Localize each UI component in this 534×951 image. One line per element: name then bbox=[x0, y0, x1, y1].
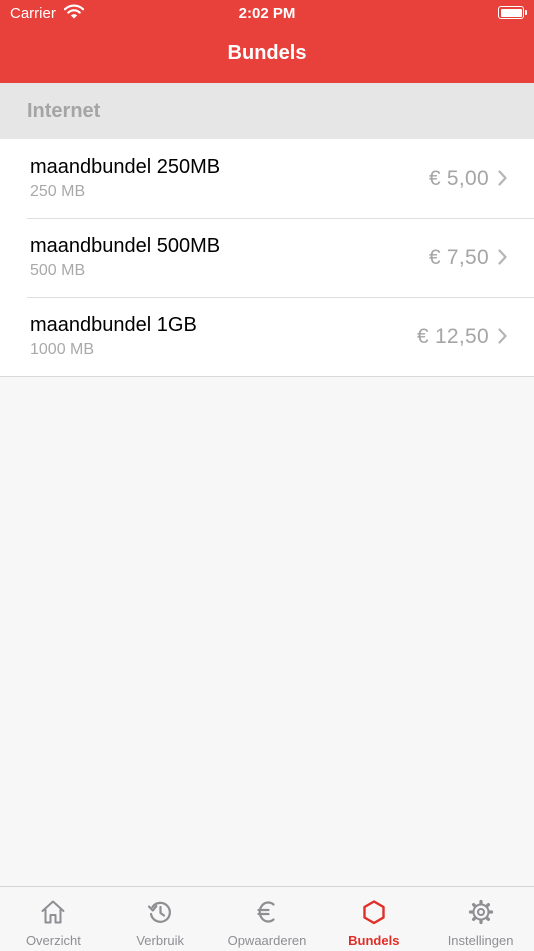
bundle-price: € 7,50 bbox=[428, 246, 489, 269]
tab-opwaarderen[interactable]: Opwaarderen bbox=[214, 887, 321, 951]
history-icon bbox=[148, 901, 172, 923]
bundle-list: maandbundel 250MB 250 MB € 5,00 maandbun… bbox=[0, 139, 534, 377]
tab-instellingen[interactable]: Instellingen bbox=[427, 887, 534, 951]
euro-icon bbox=[257, 901, 275, 923]
home-icon bbox=[41, 900, 65, 924]
tab-label: Bundels bbox=[348, 933, 400, 948]
bundle-price: € 12,50 bbox=[416, 325, 489, 348]
tab-bundels[interactable]: Bundels bbox=[320, 887, 427, 951]
bundle-name: maandbundel 1GB bbox=[30, 314, 197, 336]
bundle-row[interactable]: maandbundel 250MB 250 MB € 5,00 bbox=[0, 139, 534, 218]
bundle-name: maandbundel 250MB bbox=[30, 156, 221, 178]
status-time: 2:02 PM bbox=[238, 5, 296, 22]
tab-label: Overzicht bbox=[25, 933, 81, 948]
tab-verbruik[interactable]: Verbruik bbox=[107, 887, 214, 951]
bundle-size: 250 MB bbox=[30, 183, 86, 200]
bundle-price: € 5,00 bbox=[428, 167, 489, 190]
section-title: Internet bbox=[27, 100, 101, 122]
hexagon-icon bbox=[363, 900, 385, 925]
chevron-right-icon bbox=[498, 249, 507, 265]
tab-label: Verbruik bbox=[136, 933, 185, 948]
bundle-name: maandbundel 500MB bbox=[30, 235, 221, 257]
section-header-internet: Internet bbox=[0, 83, 534, 139]
page-title: Bundels bbox=[227, 42, 307, 64]
gear-icon bbox=[468, 899, 493, 925]
app-header: Carrier 2:02 PM Bundels bbox=[0, 0, 534, 83]
chevron-right-icon bbox=[498, 328, 507, 344]
tab-overzicht[interactable]: Overzicht bbox=[0, 887, 107, 951]
chevron-right-icon bbox=[498, 170, 507, 186]
status-bar: Carrier 2:02 PM bbox=[0, 0, 534, 28]
tab-bar: Overzicht Verbruik Opwaarderen Bundels I… bbox=[0, 886, 534, 951]
bundle-size: 1000 MB bbox=[30, 341, 95, 358]
bundle-row[interactable]: maandbundel 1GB 1000 MB € 12,50 bbox=[0, 297, 534, 376]
tab-label: Instellingen bbox=[447, 933, 514, 948]
battery-icon bbox=[498, 6, 527, 19]
tab-label: Opwaarderen bbox=[227, 933, 307, 948]
bundle-size: 500 MB bbox=[30, 262, 86, 279]
bundle-row[interactable]: maandbundel 500MB 500 MB € 7,50 bbox=[0, 218, 534, 297]
